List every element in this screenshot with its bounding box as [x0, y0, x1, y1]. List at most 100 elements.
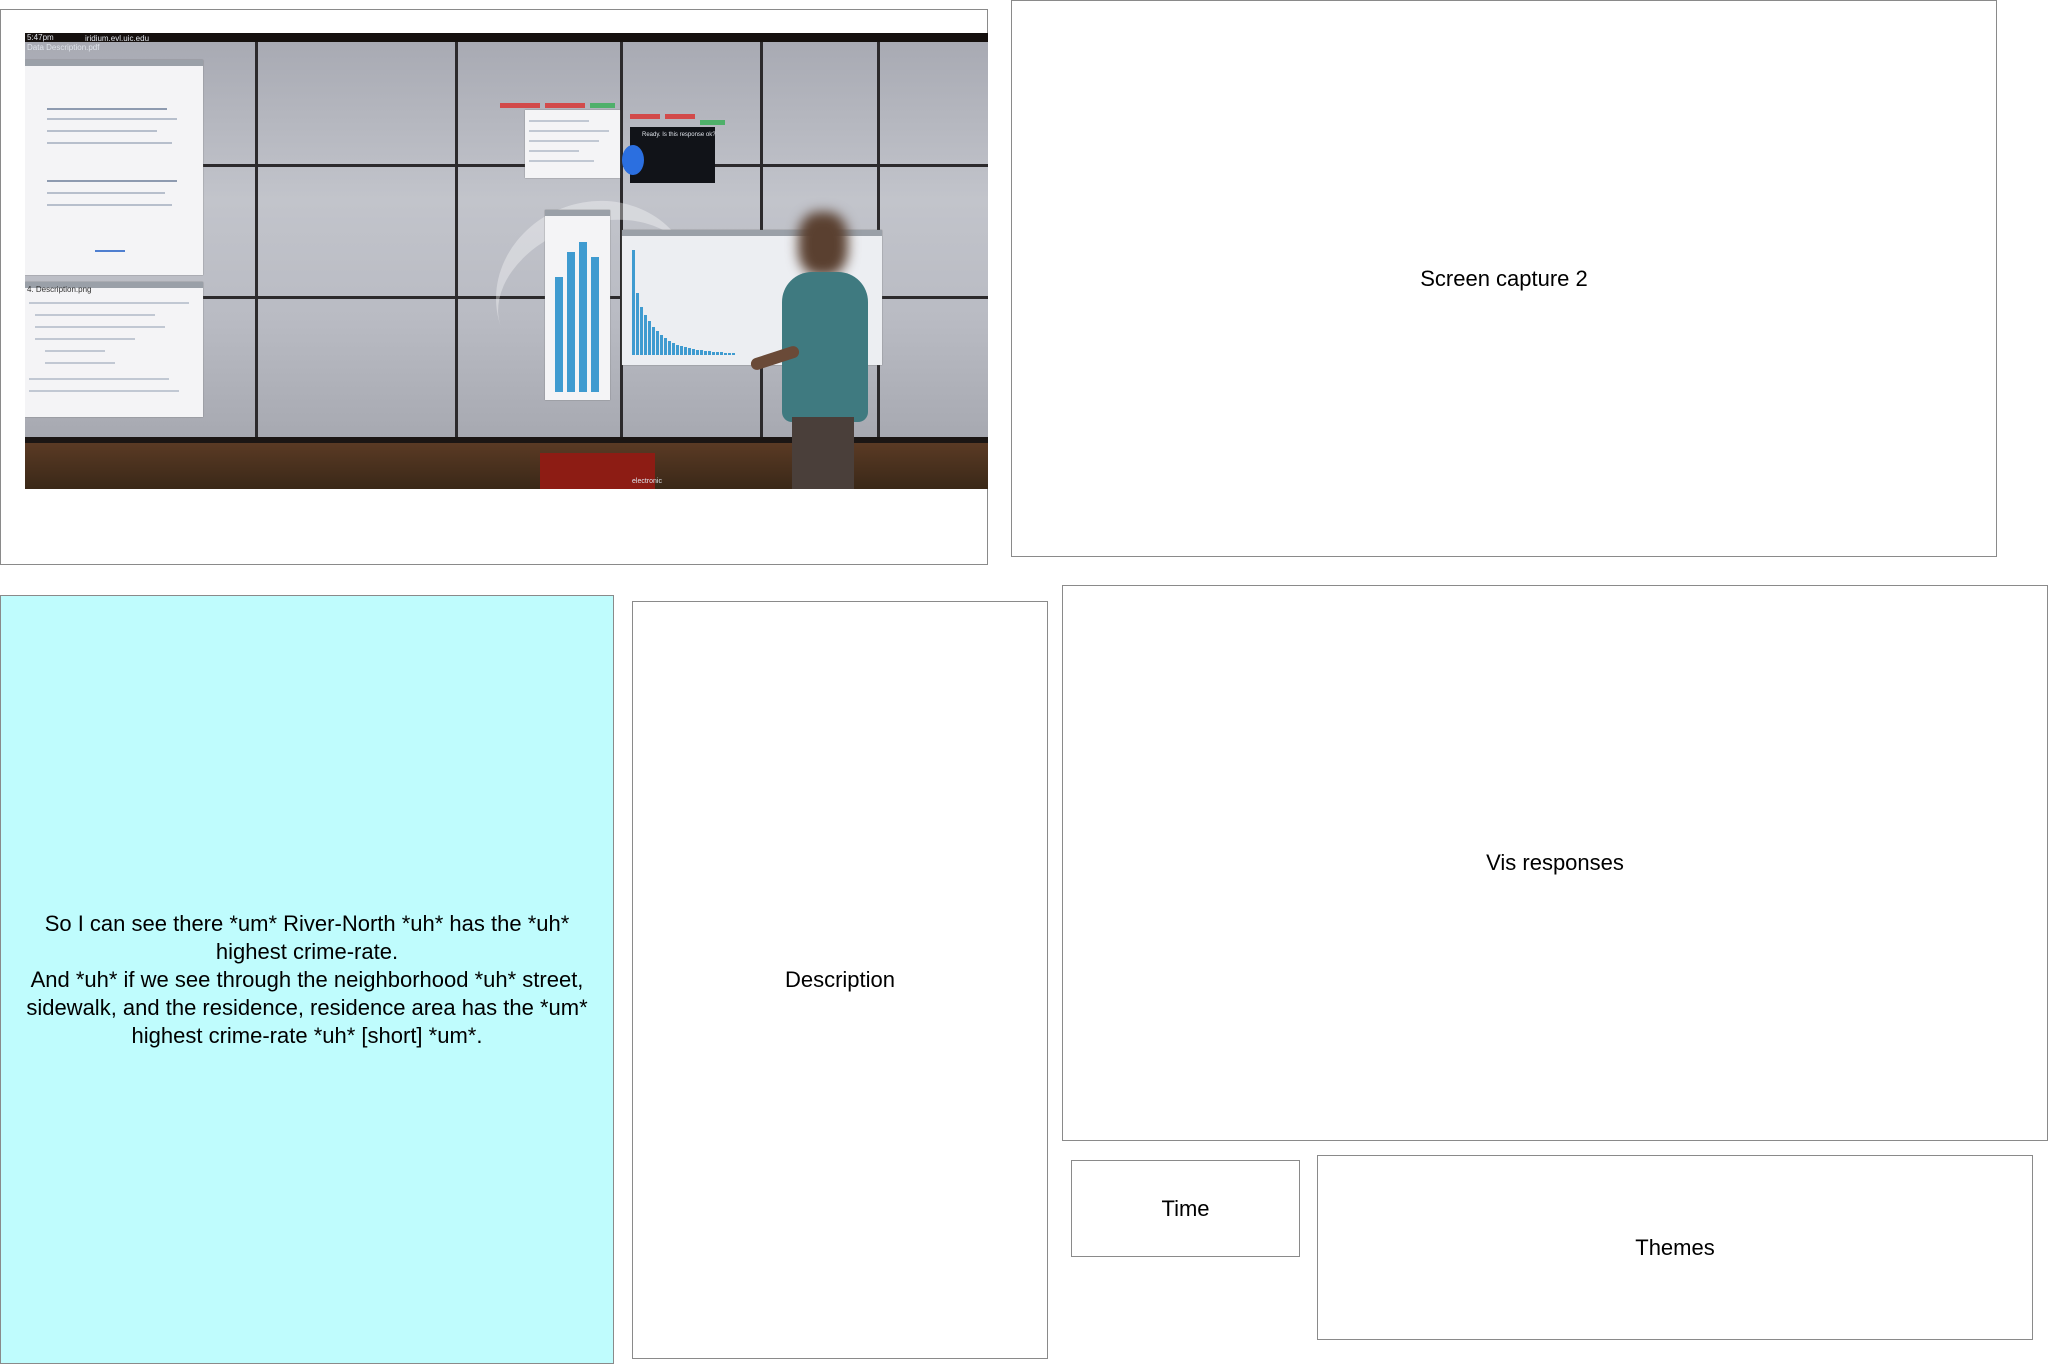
person-head [798, 212, 848, 276]
transcript-line: highest crime-rate *uh* [short] *um*. [131, 1022, 483, 1048]
wall-time-caption: 5:47pm [27, 33, 54, 42]
wall-window2-caption: 4. Description.png [27, 285, 92, 294]
person-figure [749, 212, 880, 489]
document-window-2 [25, 282, 203, 417]
vis-responses-label: Vis responses [1486, 850, 1624, 876]
doc-text-line [47, 192, 165, 194]
transcript-text: So I can see there *um* River-North *uh*… [22, 910, 591, 1050]
themes-label: Themes [1635, 1234, 1715, 1260]
chat-window [525, 110, 620, 178]
menu-chip [665, 114, 695, 119]
chart-bar [555, 277, 563, 392]
doc-text-line [45, 362, 115, 364]
doc-text-line [29, 302, 189, 304]
chart-bar [664, 338, 667, 355]
wall-bezel [455, 42, 458, 437]
chart-bar [724, 353, 727, 355]
wall-file-caption: Data Description.pdf [27, 43, 100, 52]
transcript-panel: So I can see there *um* River-North *uh*… [0, 595, 614, 1364]
menu-chip [700, 120, 725, 125]
transcript-line: And *uh* if we see through the neighborh… [30, 966, 584, 992]
long-tail-chart-plot [632, 245, 792, 355]
bar-chart-plot [551, 242, 603, 392]
chart-bar [728, 353, 731, 355]
transcript-line: So I can see there *um* River-North *uh*… [44, 910, 570, 936]
chart-bar [636, 293, 639, 355]
chart-bar [712, 352, 715, 355]
document-window-1 [25, 60, 203, 275]
transcript-line: sidewalk, and the residence, residence a… [26, 994, 588, 1020]
chart-bar [567, 252, 575, 392]
doc-text-line [47, 180, 177, 182]
screen-capture-2-panel: Screen capture 2 [1011, 0, 1997, 557]
doc-text-line [35, 326, 165, 328]
chart-bar [668, 341, 671, 355]
chart-bar [676, 345, 679, 355]
chart-bar [644, 315, 647, 355]
doc-text-line [45, 350, 105, 352]
menu-chip [590, 103, 615, 108]
time-panel: Time [1071, 1160, 1300, 1257]
chart-bar [680, 346, 683, 355]
transcript-line: highest crime-rate. [215, 938, 399, 964]
chart-bar [732, 353, 735, 355]
chart-bar [672, 343, 675, 355]
chart-bar [652, 327, 655, 355]
photo-top-bar [25, 33, 988, 42]
doc-text-line [47, 130, 157, 132]
chart-bar [656, 331, 659, 355]
dialog-text: Ready. Is this response ok? [642, 132, 716, 138]
chart-bar [684, 347, 687, 355]
doc-text-line [529, 130, 609, 132]
screen-capture-1-panel: Ready. Is this response ok? 5:47pm iridi… [0, 9, 988, 565]
red-sign: electronic [540, 453, 662, 489]
doc-button [95, 250, 125, 252]
chart-bar [688, 348, 691, 355]
doc-text-line [35, 314, 155, 316]
time-label: Time [1161, 1195, 1210, 1221]
doc-text-line [529, 160, 594, 162]
wall-bezel [255, 42, 258, 437]
doc-text-line [47, 118, 177, 120]
chart-bar [720, 352, 723, 355]
doc-text-line [529, 150, 579, 152]
chart-bar [692, 349, 695, 355]
doc-text-line [29, 390, 179, 392]
person-legs [792, 417, 854, 489]
doc-text-line [529, 120, 589, 122]
window-titlebar [545, 210, 610, 216]
menu-chip [500, 103, 540, 108]
chart-bar [591, 257, 599, 392]
description-label: Description [784, 967, 896, 993]
chart-bar [579, 242, 587, 392]
themes-panel: Themes [1317, 1155, 2033, 1340]
vis-responses-panel: Vis responses [1062, 585, 2048, 1141]
response-dialog: Ready. Is this response ok? [622, 127, 716, 183]
display-wall-photo: Ready. Is this response ok? 5:47pm iridi… [25, 33, 988, 489]
bar-chart-window [545, 210, 610, 400]
window-titlebar [25, 60, 203, 66]
doc-text-line [35, 338, 135, 340]
wall-host-caption: iridium.evl.uic.edu [85, 34, 150, 43]
chart-bar [640, 307, 643, 355]
doc-text-line [47, 142, 172, 144]
menu-chip [545, 103, 585, 108]
chart-bar [704, 351, 707, 355]
description-panel: Description [632, 601, 1048, 1359]
menu-chip [630, 114, 660, 119]
screen-capture-2-label: Screen capture 2 [1420, 265, 1588, 291]
display-wall: Ready. Is this response ok? [25, 42, 988, 489]
chart-bar [648, 321, 651, 355]
chart-bar [660, 335, 663, 355]
dialog-indicator [622, 145, 644, 175]
chart-bar [716, 352, 719, 355]
doc-text-line [29, 378, 169, 380]
doc-text-line [47, 108, 167, 110]
doc-text-line [529, 140, 599, 142]
chart-bar [708, 351, 711, 355]
chart-bar [700, 350, 703, 355]
chart-bar [696, 350, 699, 355]
doc-text-line [47, 204, 172, 206]
sign-text: electronic [632, 478, 662, 485]
chart-bar [632, 250, 635, 355]
